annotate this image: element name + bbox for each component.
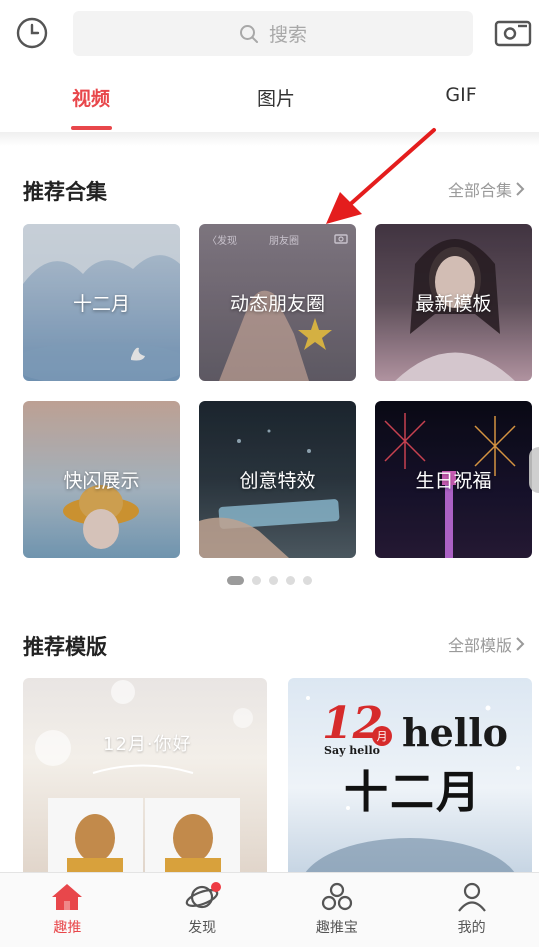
collections-title: 推荐合集 [23,180,107,204]
nav-label: 我的 [457,920,486,936]
collection-card-label: 最新模板 [415,293,492,315]
bottom-navigation: 趣推 发现 趣推宝 我的 [0,872,539,947]
pager-dot [286,576,295,585]
collection-card-label: 生日祝福 [415,470,492,492]
active-tab-indicator [71,126,112,130]
nav-label: 趣推宝 [315,920,358,936]
template-month-title: 十二月 [344,767,482,818]
collection-card-label: 动态朋友圈 [229,293,325,315]
pager-dot [269,576,278,585]
template-month-char: 月 [372,726,392,746]
collection-pager[interactable] [0,576,539,585]
all-collections-link[interactable]: 全部合集 [448,177,525,201]
search-placeholder: 搜索 [268,24,307,46]
notification-badge [210,882,221,892]
moments-back-label: 〈发现 [207,236,237,247]
moments-title-label: 朋友圈 [269,236,299,247]
collection-card-flash[interactable]: 快闪展示 [23,401,180,558]
nav-label: 趣推 [53,920,82,936]
search-icon [239,24,258,43]
tab-gif[interactable]: GIF [445,84,476,106]
collection-card-label: 十二月 [72,293,130,315]
top-bar: 搜索 [0,0,539,66]
collection-card-label: 快闪展示 [63,470,140,492]
chevron-right-icon [516,182,525,196]
template-card-hello-december[interactable]: 12 月 hello Say hello 十二月 [288,678,532,878]
all-collections-label: 全部合集 [447,181,512,200]
collection-card-moments[interactable]: 〈发现 朋友圈 动态朋友圈 [199,224,356,381]
collection-card-label: 创意特效 [239,470,316,492]
home-icon [52,884,83,910]
pager-dot [227,576,244,585]
chevron-right-icon [516,637,525,651]
video-record-button[interactable] [493,13,533,53]
template-card-december-hello[interactable]: 12月·你好 [23,678,267,878]
user-icon [457,882,486,912]
tab-image[interactable]: 图片 [257,84,295,111]
video-camera-icon [494,20,532,47]
pager-dot [303,576,312,585]
all-templates-label: 全部模版 [447,636,512,655]
tab-video[interactable]: 视频 [72,84,110,111]
annotation-arrow [326,128,436,224]
collection-card-birthday[interactable]: 生日祝福 [375,401,532,558]
template-hello: hello [402,710,509,755]
cluster-icon [321,882,352,911]
template-caption: 12月·你好 [103,734,192,755]
collection-card-new-templates[interactable]: 最新模板 [375,224,532,381]
nav-item-qutui[interactable]: 趣推 [0,873,135,947]
camera-icon [334,234,348,244]
template-image [35,680,253,878]
tabs-divider [0,132,539,146]
collection-card-december[interactable]: 十二月 [23,224,180,381]
media-type-tabs: 视频 图片 GIF [0,66,539,132]
nav-item-mine[interactable]: 我的 [404,873,539,947]
nav-item-qutuibao[interactable]: 趣推宝 [270,873,405,947]
pager-dot [252,576,261,585]
nav-item-discover[interactable]: 发现 [135,873,270,947]
nav-label: 发现 [188,920,217,936]
all-templates-link[interactable]: 全部模版 [448,632,525,656]
templates-title: 推荐模版 [23,635,107,659]
collection-card-creative-effects[interactable]: 创意特效 [199,401,356,558]
clock-icon [16,17,48,49]
history-button[interactable] [14,15,50,51]
search-input[interactable]: 搜索 [73,11,473,56]
